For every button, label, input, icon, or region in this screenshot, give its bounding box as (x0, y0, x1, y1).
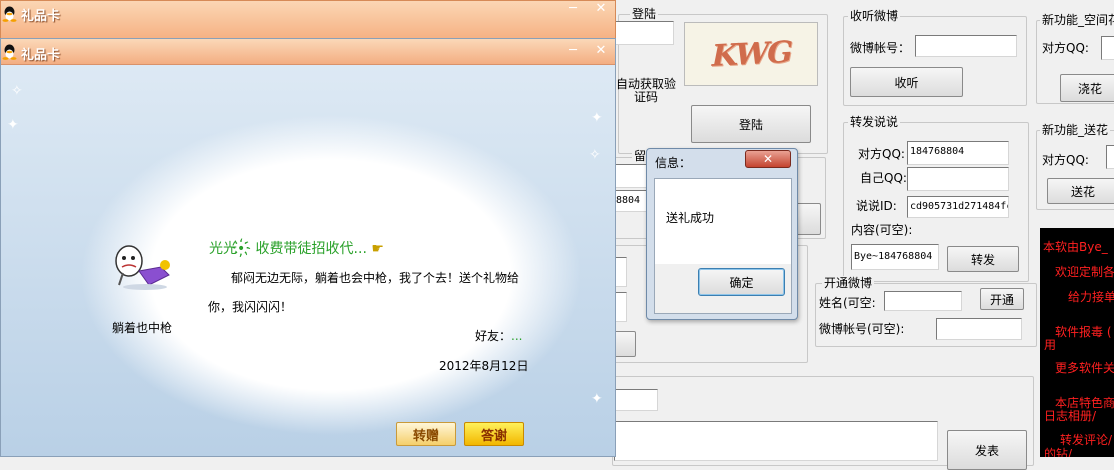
listen-button[interactable]: 收听 (850, 67, 963, 97)
gift-card-window: 礼品卡 ─ ✕ ✦ ✦ ✧ ✦ ✧ 躺着也中枪 光光•҉ 收费带徒招收代... … (0, 38, 616, 457)
gift-card-back-title: 礼品卡 (21, 9, 61, 24)
promo-line-3: 给力接单 (1068, 290, 1114, 304)
send-flower-peer-label: 对方QQ: (1042, 153, 1089, 167)
thank-button[interactable]: 答谢 (464, 422, 524, 446)
friend-value[interactable]: ... (511, 329, 522, 343)
forward-gift-button[interactable]: 转赠 (396, 422, 456, 446)
gift-card-window-back: 礼品卡 ─ ✕ (0, 0, 616, 40)
listen-group-label: 收听微博 (848, 9, 901, 23)
minimize-button[interactable]: ─ (563, 1, 583, 17)
publish-field-small[interactable] (614, 389, 658, 411)
gift-card-title: 礼品卡 (21, 48, 61, 63)
space-flower-peer-input[interactable] (1101, 36, 1114, 60)
listen-account-input[interactable] (915, 35, 1017, 57)
gift-message-line-2: 你，我闪闪闪！ (208, 300, 293, 314)
space-flower-group-label: 新功能_空间花 (1040, 13, 1114, 27)
partial-field-2[interactable]: 8804 (613, 190, 649, 212)
send-flower-group-label: 新功能_送花 (1040, 123, 1111, 137)
login-account-field[interactable] (614, 21, 674, 45)
sparkle-icon: ✧ (589, 147, 601, 163)
promo-line-10: 的钻/ (1044, 447, 1073, 457)
partial-field-1[interactable] (613, 164, 649, 188)
send-flower-button[interactable]: 送花 (1047, 178, 1114, 204)
auto-captcha-label[interactable]: 自动获取验证码 (614, 78, 678, 104)
open-weibo-group-label: 开通微博 (822, 276, 875, 290)
dialog-close-icon[interactable]: ✕ (745, 150, 791, 168)
open-weibo-button[interactable]: 开通 (980, 288, 1024, 310)
name-input[interactable] (884, 291, 962, 311)
qq-penguin-icon (2, 44, 17, 60)
friend-line: 好友：... (475, 327, 522, 344)
promo-panel: 本软由Bye_ 欢迎定制各 给力接单 软件报毒 ( 用 更多软件关 本店特色商 … (1040, 228, 1114, 457)
listen-account-label: 微博帐号： (850, 41, 911, 55)
friend-label: 好友： (475, 329, 512, 343)
sparkle-icon: ✦ (7, 117, 19, 133)
promo-line-8: 日志相册/ (1044, 409, 1097, 423)
gift-card-body: ✦ ✦ ✧ ✦ ✧ 躺着也中枪 光光•҉ 收费带徒招收代... ☛ 郁闷无边无际… (1, 65, 615, 456)
character-illustration (115, 245, 170, 290)
weibo-account-input[interactable] (936, 318, 1022, 340)
my-qq-label: 自己QQ: (860, 171, 907, 185)
gift-message-line-1: 郁闷无边无际，躺着也会中枪，我了个去！送个礼物给 (231, 271, 520, 285)
login-group-label: 登陆 (630, 7, 659, 21)
gift-date: 2012年8月12日 (439, 359, 529, 373)
sparkle-icon: ✧ (11, 83, 23, 99)
promo-line-6: 更多软件关 (1055, 361, 1114, 375)
promo-line-1: 本软由Bye_ (1043, 240, 1108, 254)
login-button[interactable]: 登陆 (691, 105, 811, 143)
content-input[interactable]: Bye~184768804 (851, 244, 939, 270)
publish-textarea[interactable] (614, 421, 938, 461)
sparkle-icon: ✦ (591, 391, 603, 407)
name-label: 姓名(可空: (819, 296, 876, 310)
my-qq-input[interactable] (907, 167, 1009, 191)
close-icon[interactable]: ✕ (591, 43, 611, 59)
sparkle-icon: ✦ (591, 110, 603, 126)
captcha-image[interactable]: KWG (684, 22, 818, 86)
gift-card-titlebar: 礼品卡 ─ ✕ (1, 39, 615, 65)
peer-qq-input[interactable]: 184768804 (907, 141, 1009, 165)
promo-line-7: 本店特色商 (1055, 396, 1114, 410)
water-flower-button[interactable]: 浇花 (1060, 74, 1114, 102)
say-id-label: 说说ID: (856, 199, 897, 213)
dialog-client: 送礼成功 确定 (654, 178, 792, 314)
qq-penguin-icon (2, 6, 17, 22)
content-label: 内容(可空): (851, 223, 913, 237)
image-caption: 躺着也中枪 (112, 321, 173, 335)
say-id-input[interactable]: cd905731d271484fc (907, 196, 1009, 218)
info-dialog: 信息： ✕ 送礼成功 确定 (646, 148, 798, 320)
dialog-ok-button[interactable]: 确定 (698, 268, 785, 296)
promo-line-5: 用 (1044, 338, 1057, 352)
close-icon[interactable]: ✕ (591, 1, 611, 17)
promo-line-9: 转发评论/ (1060, 433, 1113, 447)
dialog-message: 送礼成功 (666, 211, 715, 225)
space-flower-peer-label: 对方QQ: (1042, 41, 1089, 55)
minimize-button[interactable]: ─ (563, 43, 583, 59)
dialog-title: 信息： (655, 156, 692, 170)
publish-button[interactable]: 发表 (947, 430, 1027, 470)
forward-say-group-label: 转发说说 (848, 115, 901, 129)
forward-say-button[interactable]: 转发 (947, 246, 1019, 272)
sender-name[interactable]: 光光•҉ 收费带徒招收代... ☛ (209, 238, 384, 258)
peer-qq-label: 对方QQ: (858, 147, 905, 161)
captcha-text: KWG (707, 34, 795, 74)
weibo-account-label: 微博帐号(可空): (819, 322, 905, 336)
promo-line-2: 欢迎定制各 (1055, 265, 1114, 279)
send-flower-peer-input[interactable] (1106, 145, 1114, 169)
promo-line-4: 软件报毒 ( (1055, 325, 1112, 339)
hand-icon: ☛ (371, 241, 384, 257)
